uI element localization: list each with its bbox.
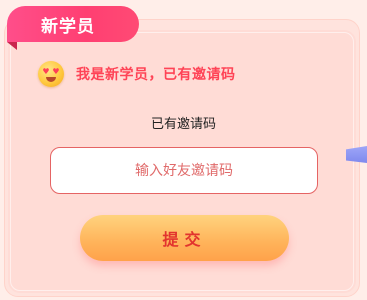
headline-text: 我是新学员，已有邀请码: [76, 67, 236, 83]
smile-mouth: [46, 77, 56, 82]
invite-code-subtitle: 已有邀请码: [150, 117, 216, 132]
new-student-badge-label: 新学员: [41, 16, 95, 37]
headline: ♥ ♥ 我是新学员，已有邀请码: [38, 61, 236, 87]
submit-button[interactable]: 提交: [80, 215, 289, 261]
heart-eye-left-icon: ♥: [42, 67, 50, 76]
heart-eyes-emoji-icon: ♥ ♥: [38, 61, 64, 87]
heart-eye-right-icon: ♥: [52, 67, 60, 76]
invite-code-card: 新学员 ♥ ♥ 我是新学员，已有邀请码 已有邀请码 提交: [0, 0, 367, 300]
new-student-badge: 新学员: [7, 6, 139, 42]
invite-code-input[interactable]: [50, 147, 318, 194]
